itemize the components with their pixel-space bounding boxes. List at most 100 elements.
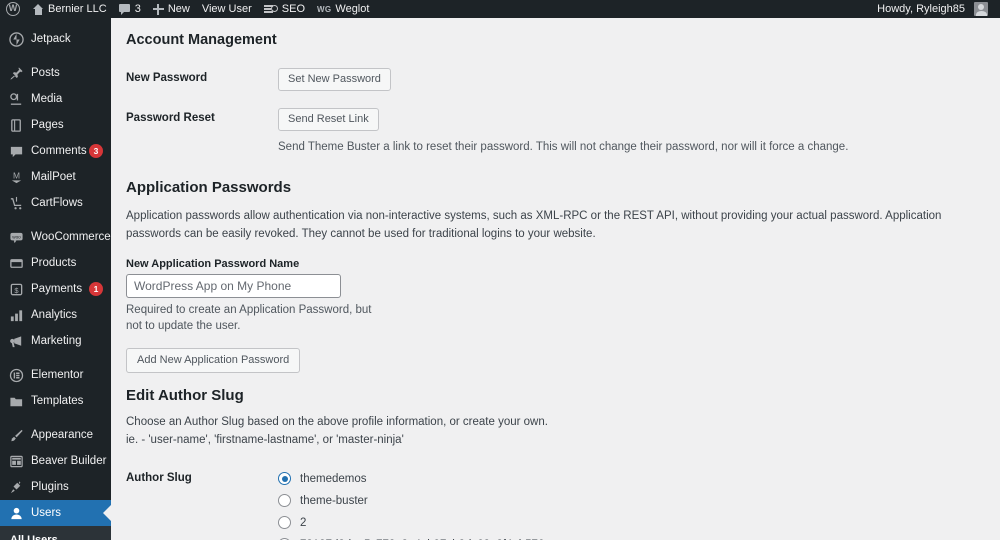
sidebar-item-beaver-builder-label: Beaver Builder: [31, 455, 107, 467]
user-avatar-icon: [974, 2, 988, 16]
sidebar-item-beaver-builder[interactable]: Beaver Builder: [0, 448, 111, 474]
admin-bar-weglot-label: Weglot: [335, 3, 370, 15]
sidebar-item-users-label: Users: [31, 507, 62, 519]
admin-bar-comments-count: 3: [134, 3, 141, 15]
author-slug-option-theme-buster[interactable]: theme-buster: [278, 490, 980, 512]
sidebar-submenu-users: All Users Add New Profile: [0, 526, 111, 540]
seo-icon: [263, 4, 278, 14]
beaver-builder-icon: [8, 453, 24, 469]
wordpress-logo-icon: [6, 1, 20, 16]
menu-spacer: [0, 414, 111, 422]
payments-icon: $: [8, 281, 24, 297]
admin-bar-wordpress-logo[interactable]: [0, 0, 26, 18]
svg-text:woo: woo: [12, 234, 21, 239]
admin-sidebar-menu: Jetpack Posts Media Pages Comments 3 M M…: [0, 18, 111, 540]
media-icon: [8, 91, 24, 107]
sidebar-item-templates-label: Templates: [31, 395, 84, 407]
sidebar-item-woocommerce[interactable]: woo WooCommerce: [0, 224, 111, 250]
sidebar-item-marketing-label: Marketing: [31, 335, 82, 347]
sidebar-item-mailpoet[interactable]: M MailPoet: [0, 164, 111, 190]
sidebar-item-cartflows[interactable]: CartFlows: [0, 190, 111, 216]
folder-icon: [8, 393, 24, 409]
author-slug-option-2[interactable]: 2: [278, 512, 980, 534]
analytics-bars-icon: [8, 307, 24, 323]
menu-spacer: [0, 216, 111, 224]
sidebar-item-templates[interactable]: Templates: [0, 388, 111, 414]
add-new-application-password-button[interactable]: Add New Application Password: [126, 348, 301, 374]
new-password-row: New Password Set New Password: [126, 68, 980, 92]
woocommerce-icon: woo: [8, 229, 24, 245]
sidebar-item-comments[interactable]: Comments 3: [0, 138, 111, 164]
comment-bubble-icon: [118, 3, 131, 15]
application-passwords-title: Application Passwords: [126, 179, 292, 197]
pin-icon: [8, 65, 24, 81]
jetpack-icon: [8, 31, 24, 47]
admin-bar-comments[interactable]: 3: [113, 0, 147, 18]
new-application-password-name-help-line1: Required to create an Application Passwo…: [126, 303, 372, 316]
sidebar-item-comments-label: Comments: [31, 145, 87, 157]
payments-count-badge: 1: [89, 282, 103, 296]
new-password-field: Set New Password: [278, 68, 980, 92]
edit-author-slug-description-line1: Choose an Author Slug based on the above…: [126, 416, 548, 429]
password-reset-label: Password Reset: [126, 112, 215, 125]
author-slug-option-hash[interactable]: 73127d8dee5c778a3a4ab97cb8dc62a2f4ab576a: [278, 534, 980, 540]
edit-author-slug-title: Edit Author Slug: [126, 387, 244, 405]
svg-text:$: $: [14, 285, 19, 294]
admin-bar-site-name[interactable]: Bernier LLC: [26, 0, 113, 18]
home-icon: [32, 3, 44, 15]
radio-theme-buster[interactable]: [278, 494, 291, 508]
admin-bar-my-account[interactable]: Howdy, Ryleigh85: [871, 0, 994, 18]
sidebar-item-payments[interactable]: $ Payments 1: [0, 276, 111, 302]
comment-bubble-icon: [8, 143, 24, 159]
sidebar-submenu-item-all-users[interactable]: All Users: [0, 530, 111, 540]
sidebar-item-marketing[interactable]: Marketing: [0, 328, 111, 354]
password-reset-help-text: Send Theme Buster a link to reset their …: [278, 141, 849, 154]
sidebar-item-appearance[interactable]: Appearance: [0, 422, 111, 448]
sidebar-item-elementor[interactable]: Elementor: [0, 362, 111, 388]
menu-spacer: [0, 18, 111, 26]
admin-bar-weglot[interactable]: WG Weglot: [311, 0, 375, 18]
plus-icon: [152, 3, 164, 15]
sidebar-submenu-item-all-users-label: All Users: [10, 534, 58, 540]
radio-themedemos[interactable]: [278, 472, 291, 486]
application-passwords-description: Application passwords allow authenticati…: [126, 210, 942, 240]
sidebar-item-mailpoet-label: MailPoet: [31, 171, 76, 183]
paintbrush-icon: [8, 427, 24, 443]
new-application-password-name-input[interactable]: [126, 273, 341, 298]
sidebar-item-jetpack[interactable]: Jetpack: [0, 26, 111, 52]
send-reset-link-button[interactable]: Send Reset Link: [278, 108, 379, 132]
sidebar-item-posts[interactable]: Posts: [0, 60, 111, 86]
edit-author-slug-description-line2: ie. - 'user-name', 'firstname-lastname',…: [126, 434, 404, 447]
password-reset-row: Password Reset Send Reset Link Send Them…: [126, 108, 980, 157]
admin-bar-seo[interactable]: SEO: [258, 0, 311, 18]
weglot-wg-icon: WG: [317, 4, 332, 14]
author-slug-label: Author Slug: [126, 471, 192, 484]
user-icon: [8, 505, 24, 521]
password-reset-field: Send Reset Link Send Theme Buster a link…: [278, 108, 980, 157]
set-new-password-button[interactable]: Set New Password: [278, 68, 391, 92]
sidebar-item-woocommerce-label: WooCommerce: [31, 231, 111, 243]
howdy-label: Howdy, Ryleigh85: [877, 3, 965, 15]
sidebar-item-media[interactable]: Media: [0, 86, 111, 112]
account-management-title: Account Management: [126, 32, 277, 48]
sidebar-item-plugins-label: Plugins: [31, 481, 69, 493]
admin-bar-left: Bernier LLC 3 New View User SEO WG Weglo…: [0, 0, 375, 18]
pages-icon: [8, 117, 24, 133]
sidebar-item-analytics[interactable]: Analytics: [0, 302, 111, 328]
sidebar-item-users[interactable]: Users: [0, 500, 111, 526]
sidebar-item-pages[interactable]: Pages: [0, 112, 111, 138]
new-application-password-name-help-line2: not to update the user.: [126, 320, 241, 333]
sidebar-item-products[interactable]: Products: [0, 250, 111, 276]
sidebar-item-appearance-label: Appearance: [31, 429, 94, 441]
add-application-password-group: Add New Application Password: [126, 348, 980, 374]
menu-spacer: [0, 52, 111, 60]
admin-bar-new[interactable]: New: [147, 0, 196, 18]
author-slug-option-themedemos[interactable]: themedemos: [278, 468, 980, 490]
sidebar-item-pages-label: Pages: [31, 119, 64, 131]
sidebar-item-plugins[interactable]: Plugins: [0, 474, 111, 500]
admin-bar-right: Howdy, Ryleigh85: [871, 0, 1000, 18]
plug-icon: [8, 479, 24, 495]
admin-bar-view-user[interactable]: View User: [196, 0, 258, 18]
author-slug-option-themedemos-label: themedemos: [300, 472, 367, 485]
radio-2[interactable]: [278, 516, 291, 530]
